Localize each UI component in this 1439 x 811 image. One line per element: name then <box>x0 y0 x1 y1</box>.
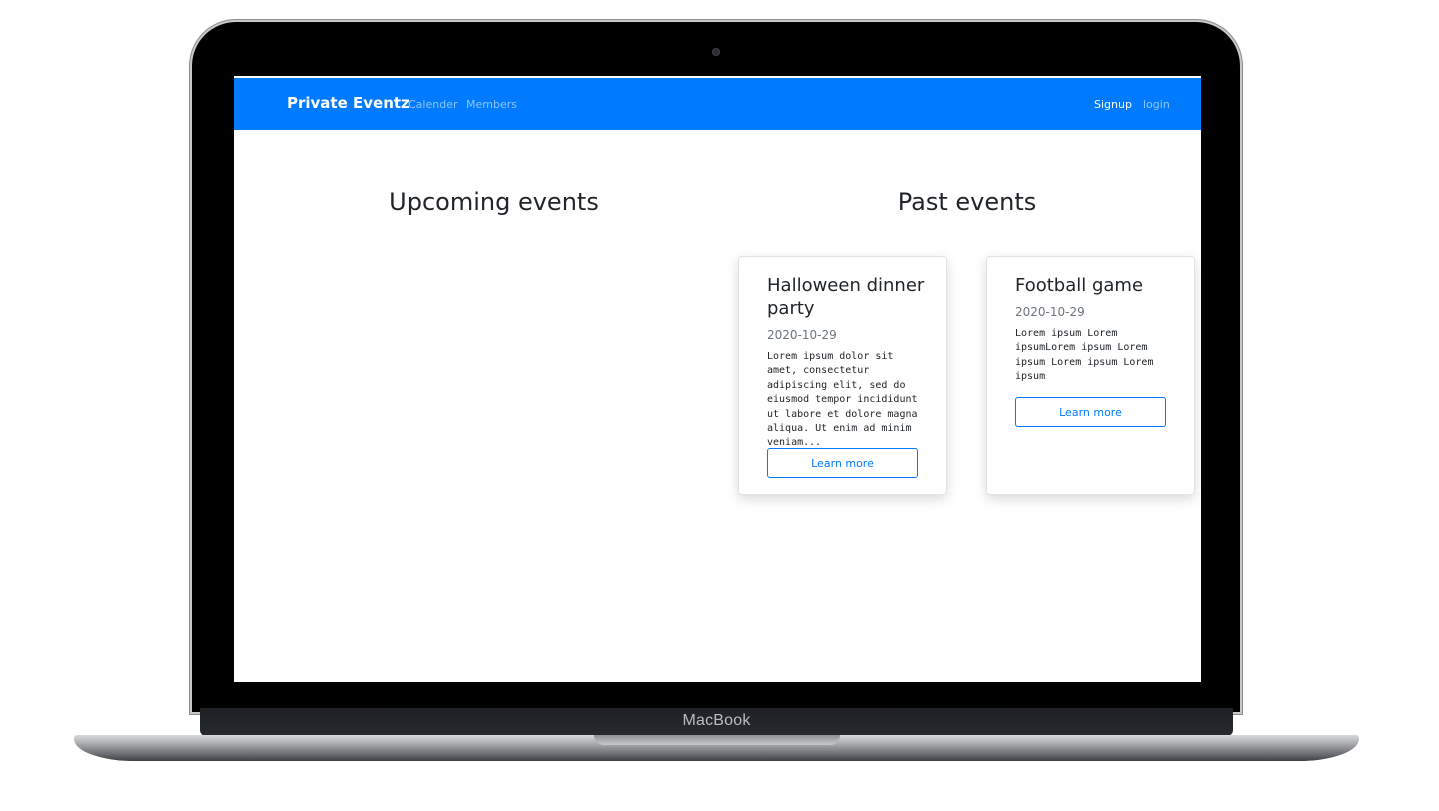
nav-link-members[interactable]: Members <box>466 98 517 111</box>
navbar: Private Eventz Calender Members Signup l… <box>234 78 1201 130</box>
card-title: Halloween dinner party <box>767 275 925 319</box>
card-date: 2020-10-29 <box>1015 305 1085 319</box>
nav-link-login[interactable]: login <box>1143 98 1170 111</box>
laptop-chin: MacBook <box>200 708 1233 736</box>
learn-more-button[interactable]: Learn more <box>767 448 918 478</box>
card-title: Football game <box>1015 275 1144 296</box>
past-events-heading: Past events <box>897 188 1037 216</box>
event-card-football: Football game 2020-10-29 Lorem ipsum Lor… <box>986 256 1195 495</box>
card-description: Lorem ipsum dolor sit amet, consectetur … <box>767 351 918 449</box>
laptop-notch <box>594 735 840 745</box>
card-description: Lorem ipsum Lorem ipsumLorem ipsum Lorem… <box>1015 328 1154 383</box>
nav-link-signup[interactable]: Signup <box>1094 98 1132 111</box>
learn-more-button[interactable]: Learn more <box>1015 397 1166 427</box>
upcoming-events-heading: Upcoming events <box>389 188 599 216</box>
camera-icon <box>712 48 720 56</box>
nav-link-calender[interactable]: Calender <box>408 98 458 111</box>
card-date: 2020-10-29 <box>767 328 837 342</box>
device-brand-label: MacBook <box>682 712 751 729</box>
event-card-halloween: Halloween dinner party 2020-10-29 Lorem … <box>738 256 947 495</box>
nav-brand-link[interactable]: Private Eventz <box>287 94 410 112</box>
browser-viewport: Private Eventz Calender Members Signup l… <box>234 76 1201 682</box>
